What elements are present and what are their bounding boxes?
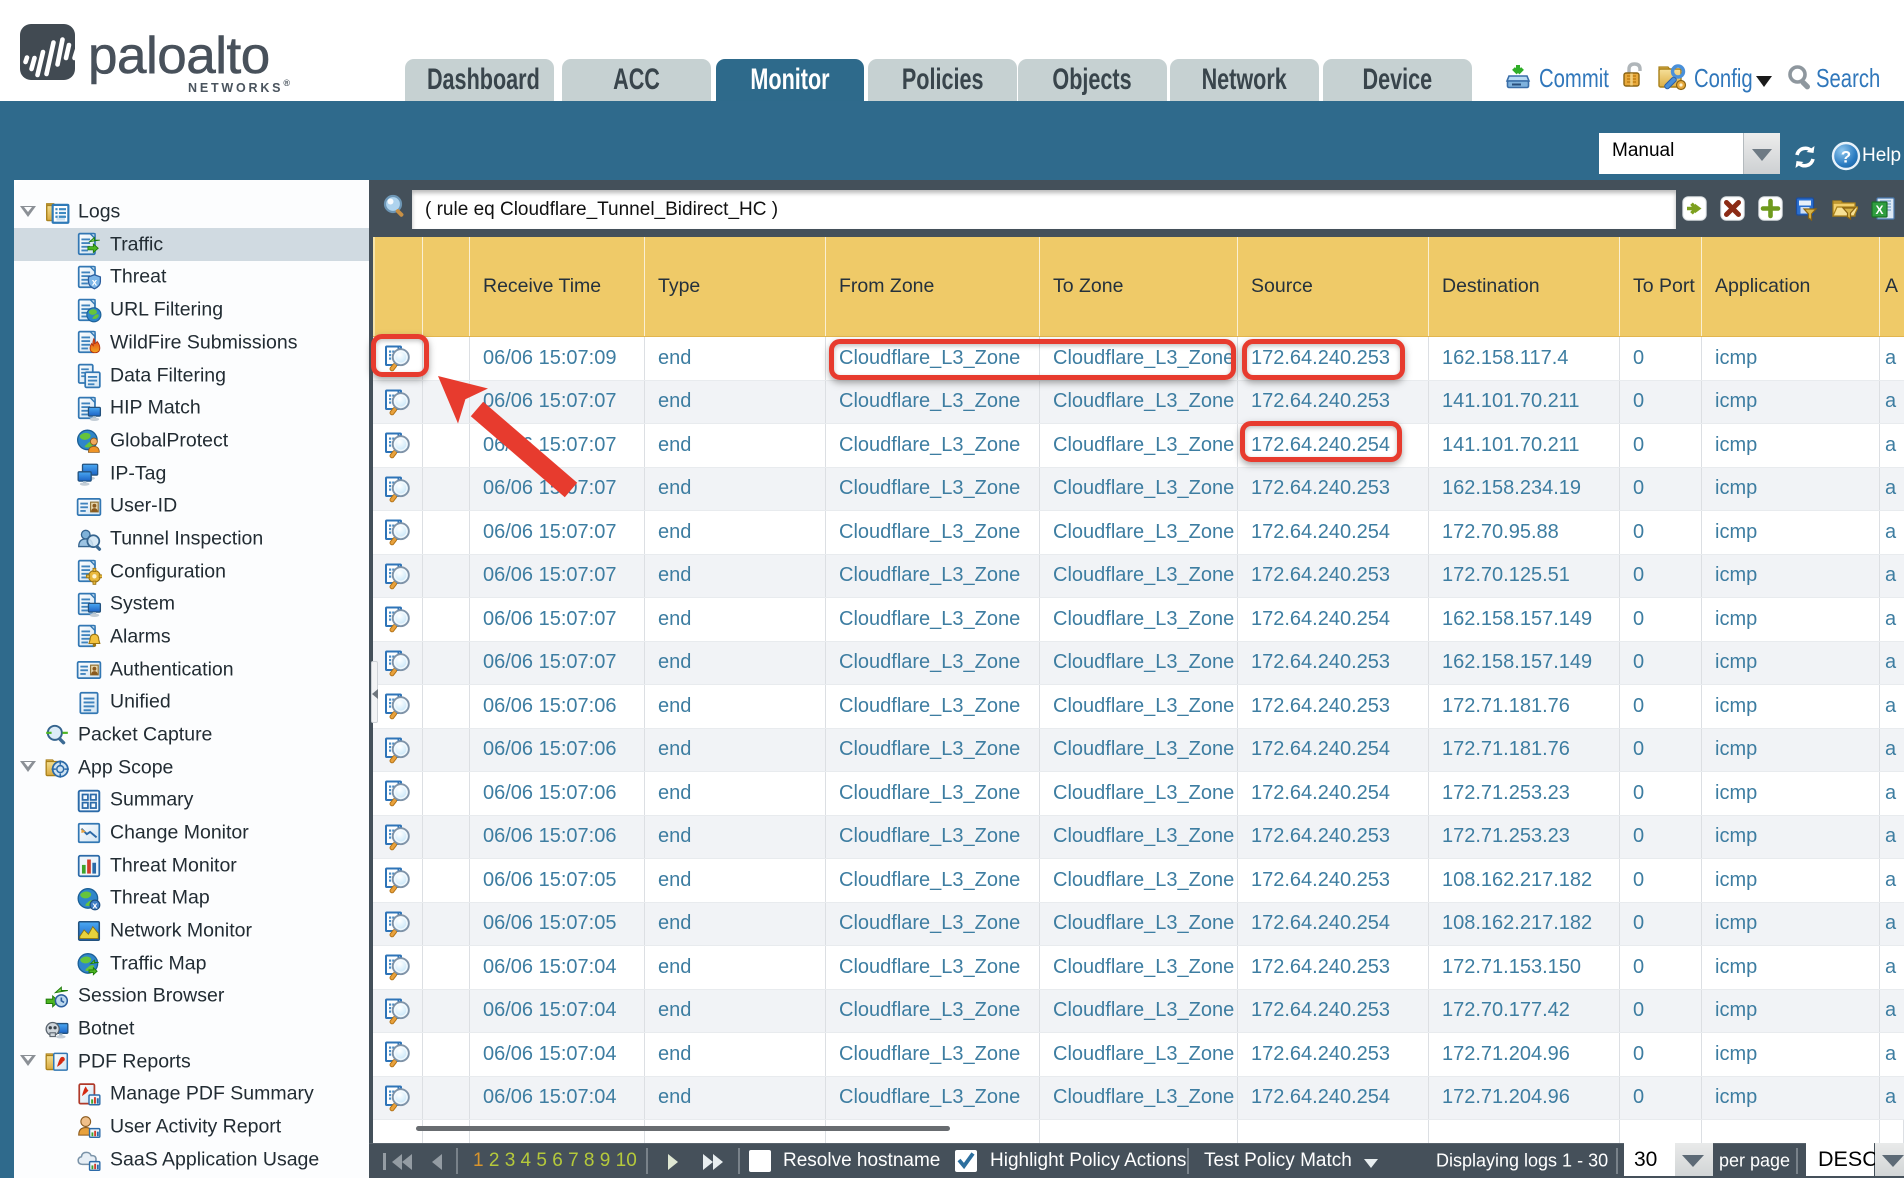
svg-text:x: x: [92, 900, 98, 910]
svg-text:?: ?: [1841, 148, 1851, 167]
svg-text:x: x: [92, 277, 98, 288]
svg-text:X: X: [1875, 203, 1883, 217]
